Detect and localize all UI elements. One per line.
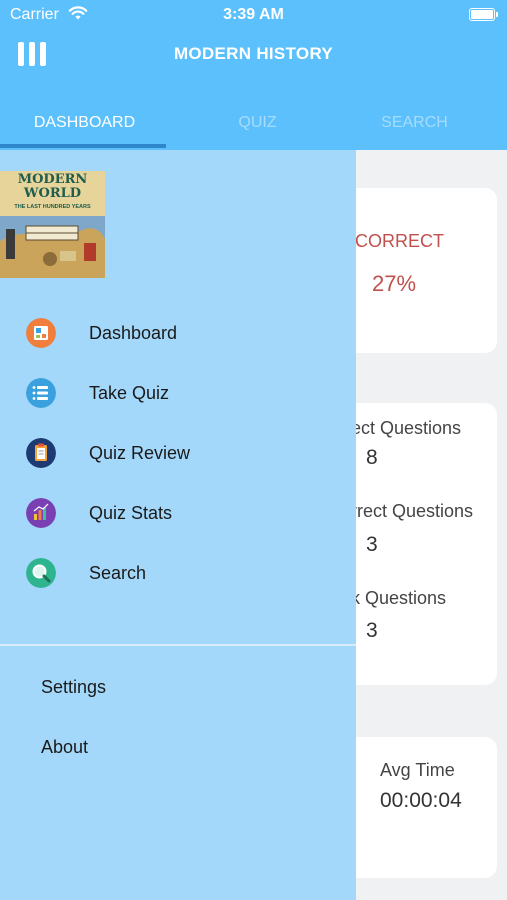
avg-time-value: 00:00:04 [380,789,462,812]
app-header: Carrier 3:39 AM MODERN HISTORY DASHBOARD… [0,0,507,150]
incorrect-label: ICORRECT [350,231,444,251]
drawer-divider [0,644,356,646]
clipboard-icon [26,438,56,468]
logo-title: MODERN WORLD [17,172,88,201]
tab-search[interactable]: SEARCH [330,114,499,132]
logo-subtitle: THE LAST HUNDRED YEARS [14,204,91,210]
drawer-item-search[interactable]: Search [0,552,356,598]
questions-value: 8 [366,446,378,469]
search-icon [26,558,56,588]
questions-label: ect Questions [351,418,462,438]
drawer-item-take-quiz[interactable]: Take Quiz [0,372,356,418]
drawer-item-about[interactable]: About [41,737,88,758]
tab-dashboard[interactable]: DASHBOARD [0,114,169,132]
questions-value: 3 [366,533,378,556]
drawer-item-dashboard[interactable]: Dashboard [0,312,356,358]
side-drawer: MODERN WORLD THE LAST HUNDRED YEARS Dash… [0,150,356,900]
tab-indicator [0,144,166,148]
page-title: MODERN HISTORY [173,44,334,63]
tab-quiz[interactable]: QUIZ [173,114,342,132]
questions-value: 3 [366,619,378,642]
drawer-item-label: Search [89,563,147,583]
app-logo: MODERN WORLD THE LAST HUNDRED YEARS [0,171,105,278]
battery-icon [469,8,498,21]
drawer-item-label: Take Quiz [89,383,170,403]
stats-icon [26,498,56,528]
status-time: 3:39 AM [223,6,284,23]
incorrect-value: 27% [372,271,417,296]
drawer-item-label: Quiz Review [89,443,191,463]
drawer-item-label: Dashboard [89,323,178,343]
questions-label: k Questions [351,588,447,608]
status-bar: Carrier 3:39 AM [0,0,507,30]
drawer-item-quiz-review[interactable]: Quiz Review [0,432,356,478]
drawer-item-label: Quiz Stats [89,503,173,523]
questions-label: rrect Questions [351,501,474,521]
quiz-list-icon [26,378,56,408]
dashboard-icon [26,318,56,348]
avg-time-label: Avg Time [380,760,455,780]
drawer-item-settings[interactable]: Settings [41,677,106,698]
drawer-item-quiz-stats[interactable]: Quiz Stats [0,492,356,538]
